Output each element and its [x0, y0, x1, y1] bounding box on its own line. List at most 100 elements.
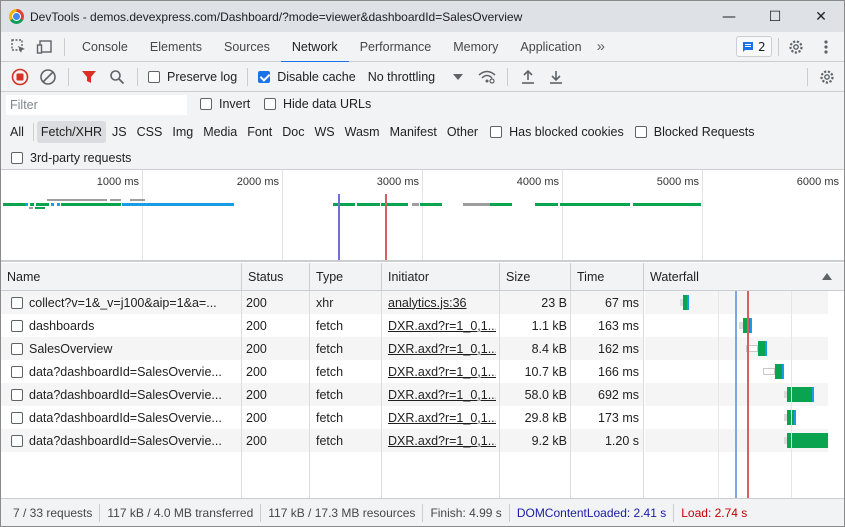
- tab-performance[interactable]: Performance: [349, 32, 443, 62]
- table-row[interactable]: dashboards 200 fetch DXR.axd?r=1_0,1... 1.1 …: [1, 314, 644, 337]
- type-filter-img[interactable]: Img: [168, 121, 197, 143]
- issues-badge[interactable]: 2: [736, 36, 772, 57]
- type-filter-all[interactable]: All: [6, 121, 28, 143]
- throttling-select[interactable]: No throttling: [368, 70, 464, 84]
- dom-content-loaded-time: DOMContentLoaded: 2.41 s: [510, 503, 675, 522]
- row-select-checkbox[interactable]: [11, 296, 23, 309]
- row-select-checkbox[interactable]: [11, 342, 23, 355]
- request-name[interactable]: data?dashboardId=SalesOvervie...: [29, 365, 222, 379]
- tab-application[interactable]: Application: [509, 32, 592, 62]
- more-options-kebab-icon[interactable]: [813, 34, 839, 60]
- request-size: 23 B: [541, 295, 567, 310]
- request-name[interactable]: SalesOverview: [29, 342, 112, 356]
- request-initiator-link-cell: DXR.axd?r=1_0,1...: [388, 337, 496, 360]
- network-conditions-wifi-icon[interactable]: [473, 63, 501, 91]
- invert-checkbox[interactable]: Invert: [200, 97, 250, 111]
- column-header-status[interactable]: Status: [242, 263, 310, 290]
- filter-funnel-icon[interactable]: [75, 63, 103, 91]
- tab-memory[interactable]: Memory: [442, 32, 509, 62]
- has-blocked-cookies-checkbox[interactable]: Has blocked cookies: [490, 125, 624, 139]
- type-filter-wasm[interactable]: Wasm: [341, 121, 384, 143]
- network-settings-gear-icon[interactable]: [813, 63, 841, 91]
- more-tabs-button[interactable]: »: [593, 32, 609, 62]
- type-filter-fetch-xhr[interactable]: Fetch/XHR: [36, 121, 107, 143]
- overview-timeline[interactable]: 1000 ms 2000 ms 3000 ms 4000 ms 5000 ms …: [1, 170, 844, 262]
- request-initiator-link[interactable]: DXR.axd?r=1_0,1...: [388, 388, 496, 402]
- tab-network[interactable]: Network: [280, 32, 349, 63]
- disable-cache-checkbox[interactable]: Disable cache: [258, 70, 356, 84]
- row-select-checkbox[interactable]: [11, 319, 23, 332]
- column-header-type[interactable]: Type: [310, 263, 382, 290]
- waterfall-download-bar: [794, 410, 796, 425]
- hide-data-urls-box[interactable]: [264, 98, 276, 110]
- export-har-download-icon[interactable]: [542, 63, 570, 91]
- request-initiator-link[interactable]: analytics.js:36: [388, 296, 467, 310]
- preserve-log-box[interactable]: [148, 70, 160, 83]
- column-header-size[interactable]: Size: [500, 263, 571, 290]
- table-row[interactable]: SalesOverview 200 fetch DXR.axd?r=1_0,1... 8…: [1, 337, 644, 360]
- request-initiator-link[interactable]: DXR.axd?r=1_0,1...: [388, 365, 496, 379]
- table-row[interactable]: data?dashboardId=SalesOvervie... 200 fetch…: [1, 406, 644, 429]
- request-name[interactable]: collect?v=1&_v=j100&aip=1&a=...: [29, 296, 217, 310]
- stop-recording-icon[interactable]: [6, 63, 34, 91]
- type-filter-css[interactable]: CSS: [133, 121, 167, 143]
- column-header-name[interactable]: Name: [1, 263, 242, 290]
- type-filter-font[interactable]: Font: [243, 121, 276, 143]
- search-icon[interactable]: [103, 63, 131, 91]
- request-name[interactable]: data?dashboardId=SalesOvervie...: [29, 388, 222, 402]
- request-initiator-link[interactable]: DXR.axd?r=1_0,1...: [388, 319, 496, 333]
- finish-time: Finish: 4.99 s: [423, 503, 510, 522]
- type-filter-media[interactable]: Media: [199, 121, 241, 143]
- request-initiator-link[interactable]: DXR.axd?r=1_0,1...: [388, 411, 496, 425]
- invert-box[interactable]: [200, 98, 212, 110]
- blocked-requests-checkbox[interactable]: Blocked Requests: [634, 125, 755, 139]
- filter-input[interactable]: Filter: [6, 95, 187, 115]
- type-filter-ws[interactable]: WS: [310, 121, 338, 143]
- close-button[interactable]: ✕: [798, 1, 844, 32]
- table-row[interactable]: data?dashboardId=SalesOvervie... 200 fetch…: [1, 383, 644, 406]
- request-initiator-link[interactable]: DXR.axd?r=1_0,1...: [388, 342, 496, 356]
- overview-bar: [61, 203, 121, 206]
- tab-console[interactable]: Console: [71, 32, 139, 62]
- type-filter-doc[interactable]: Doc: [278, 121, 308, 143]
- request-name[interactable]: dashboards: [29, 319, 94, 333]
- request-name[interactable]: data?dashboardId=SalesOvervie...: [29, 411, 222, 425]
- request-time-cell: 1.20 s: [572, 429, 639, 452]
- requests-table: Name Status Type Initiator Size Time Wat…: [1, 263, 844, 498]
- disable-cache-box[interactable]: [258, 70, 271, 83]
- hide-data-urls-checkbox[interactable]: Hide data URLs: [264, 97, 371, 111]
- type-filter-js[interactable]: JS: [108, 121, 131, 143]
- tab-elements[interactable]: Elements: [139, 32, 213, 62]
- preserve-log-label: Preserve log: [167, 69, 238, 84]
- type-filter-other[interactable]: Other: [443, 121, 482, 143]
- overview-gridline: [562, 170, 563, 260]
- column-header-time[interactable]: Time: [571, 263, 644, 290]
- row-select-checkbox[interactable]: [11, 365, 23, 378]
- column-header-initiator[interactable]: Initiator: [382, 263, 500, 290]
- request-name[interactable]: data?dashboardId=SalesOvervie...: [29, 434, 222, 448]
- request-status-cell: 200: [246, 406, 306, 429]
- request-initiator-link[interactable]: DXR.axd?r=1_0,1...: [388, 434, 496, 448]
- maximize-button[interactable]: ☐: [752, 1, 798, 32]
- has-blocked-cookies-box[interactable]: [490, 126, 503, 138]
- third-party-requests-checkbox[interactable]: 3rd-party requests: [11, 151, 131, 165]
- settings-gear-icon[interactable]: [783, 34, 809, 60]
- column-header-waterfall[interactable]: Waterfall: [644, 263, 844, 290]
- type-filter-manifest[interactable]: Manifest: [386, 121, 441, 143]
- preserve-log-checkbox[interactable]: Preserve log: [148, 70, 237, 84]
- request-initiator-link-cell: DXR.axd?r=1_0,1...: [388, 406, 496, 429]
- row-select-checkbox[interactable]: [11, 388, 23, 401]
- row-select-checkbox[interactable]: [11, 434, 23, 447]
- row-select-checkbox[interactable]: [11, 411, 23, 424]
- clear-icon[interactable]: [34, 63, 62, 91]
- import-har-upload-icon[interactable]: [514, 63, 542, 91]
- tab-sources[interactable]: Sources: [213, 32, 281, 62]
- table-row[interactable]: collect?v=1&_v=j100&aip=1&a=... 200 xhr ana…: [1, 291, 644, 314]
- table-row[interactable]: data?dashboardId=SalesOvervie... 200 fetch…: [1, 429, 644, 452]
- inspect-element-icon[interactable]: [6, 34, 32, 60]
- table-row[interactable]: data?dashboardId=SalesOvervie... 200 fetch…: [1, 360, 644, 383]
- device-toolbar-icon[interactable]: [32, 34, 58, 60]
- third-party-requests-box[interactable]: [11, 152, 23, 164]
- blocked-requests-box[interactable]: [634, 126, 647, 138]
- minimize-button[interactable]: —: [706, 1, 752, 32]
